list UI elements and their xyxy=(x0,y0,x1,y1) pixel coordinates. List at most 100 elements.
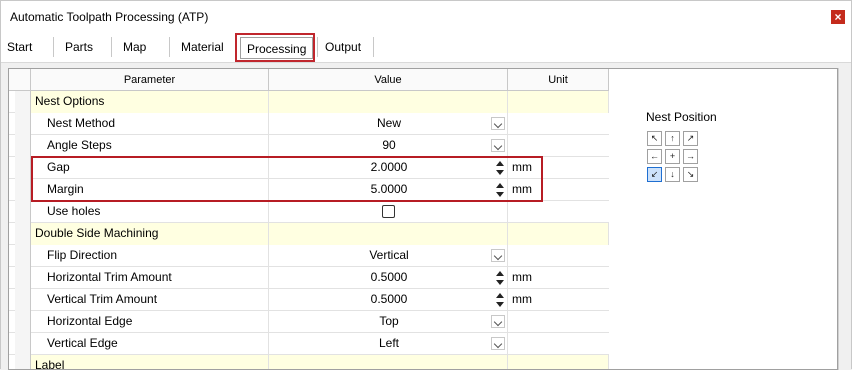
category-value-cell xyxy=(269,355,508,369)
nest-position-middle-right-icon[interactable]: → xyxy=(683,149,698,164)
property-value: Top xyxy=(379,314,399,328)
property-value: Vertical xyxy=(369,248,409,262)
row-header xyxy=(15,289,31,311)
category-value-cell xyxy=(269,91,508,113)
property-value-cell[interactable] xyxy=(269,201,508,223)
row-header xyxy=(15,179,31,201)
row-header xyxy=(15,91,31,113)
property-value-cell[interactable]: New xyxy=(269,113,508,135)
property-row: Use holes xyxy=(9,201,609,223)
property-label: Angle Steps xyxy=(31,135,269,157)
row-header xyxy=(15,333,31,355)
nest-position-top-right-icon[interactable]: ↗ xyxy=(683,131,698,146)
dropdown-chevron-icon[interactable] xyxy=(491,315,505,328)
category-label: Label xyxy=(31,355,269,369)
row-header xyxy=(15,113,31,135)
nest-position-top-left-icon[interactable]: ↖ xyxy=(647,131,662,146)
tab-bar: Start Parts Map Material Processing Outp… xyxy=(1,31,851,63)
property-label: Flip Direction xyxy=(31,245,269,267)
dropdown-chevron-icon[interactable] xyxy=(491,337,505,350)
close-button[interactable]: × xyxy=(831,10,845,24)
nest-position-bottom-center-icon[interactable]: ↓ xyxy=(665,167,680,182)
tab-map[interactable]: Map xyxy=(117,36,152,58)
nest-position-bottom-left-icon[interactable]: ↙ xyxy=(647,167,662,182)
category-label: Nest Options xyxy=(31,91,269,113)
category-row: Nest Options xyxy=(9,91,609,113)
property-value-cell[interactable]: 0.5000 xyxy=(269,289,508,311)
spin-buttons[interactable] xyxy=(495,269,505,287)
tab-divider xyxy=(169,37,170,57)
tab-divider xyxy=(53,37,54,57)
property-value-cell[interactable]: Top xyxy=(269,311,508,333)
processing-panel: Parameter Value Unit Nest Options Nest Me… xyxy=(1,63,851,370)
property-value-cell[interactable]: 0.5000 xyxy=(269,267,508,289)
window-title: Automatic Toolpath Processing (ATP) xyxy=(10,10,209,24)
tab-parts[interactable]: Parts xyxy=(59,36,99,58)
gap-margin-highlight-box xyxy=(31,156,543,202)
title-bar: Automatic Toolpath Processing (ATP) × xyxy=(1,1,851,31)
tab-material[interactable]: Material xyxy=(175,36,230,58)
property-grid: Parameter Value Unit Nest Options Nest Me… xyxy=(9,69,609,369)
property-label: Horizontal Edge xyxy=(31,311,269,333)
tab-highlight-box xyxy=(235,33,315,62)
property-value: 0.5000 xyxy=(370,292,408,306)
property-label: Use holes xyxy=(31,201,269,223)
property-value-cell[interactable]: 90 xyxy=(269,135,508,157)
spin-up-icon[interactable] xyxy=(496,271,504,276)
property-label: Vertical Trim Amount xyxy=(31,289,269,311)
nest-position-grid: ↖ ↑ ↗ ← + → ↙ ↓ ↘ xyxy=(647,131,703,187)
property-unit: mm xyxy=(512,270,532,284)
category-unit-cell xyxy=(508,355,609,369)
spin-buttons[interactable] xyxy=(495,291,505,309)
row-header xyxy=(15,355,31,369)
spin-down-icon[interactable] xyxy=(496,280,504,285)
category-unit-cell xyxy=(508,91,609,113)
nest-position-middle-left-icon[interactable]: ← xyxy=(647,149,662,164)
header-unit: Unit xyxy=(508,69,609,91)
tab-divider xyxy=(111,37,112,57)
nest-position-bottom-right-icon[interactable]: ↘ xyxy=(683,167,698,182)
category-label: Double Side Machining xyxy=(31,223,269,245)
property-value: 90 xyxy=(382,138,396,152)
atp-dialog: Automatic Toolpath Processing (ATP) × St… xyxy=(0,0,852,370)
use-holes-checkbox[interactable] xyxy=(382,205,395,218)
tab-divider xyxy=(317,37,318,57)
header-parameter: Parameter xyxy=(31,69,269,91)
property-unit xyxy=(508,135,609,157)
property-value: New xyxy=(376,116,401,130)
row-header xyxy=(15,311,31,333)
tab-start[interactable]: Start xyxy=(1,36,38,58)
row-header xyxy=(15,223,31,245)
property-row: Nest Method New xyxy=(9,113,609,135)
row-header xyxy=(15,201,31,223)
row-header xyxy=(15,267,31,289)
spin-up-icon[interactable] xyxy=(496,293,504,298)
dropdown-chevron-icon[interactable] xyxy=(491,117,505,130)
category-row: Label xyxy=(9,355,609,369)
vertical-scrollbar[interactable] xyxy=(838,68,848,370)
spin-down-icon[interactable] xyxy=(496,302,504,307)
property-label: Vertical Edge xyxy=(31,333,269,355)
property-row: Horizontal Edge Top xyxy=(9,311,609,333)
dropdown-chevron-icon[interactable] xyxy=(491,249,505,262)
property-unit: mm xyxy=(512,292,532,306)
property-unit xyxy=(508,113,609,135)
nest-position-top-center-icon[interactable]: ↑ xyxy=(665,131,680,146)
property-unit xyxy=(508,201,609,223)
property-value-cell[interactable]: Left xyxy=(269,333,508,355)
property-row: Vertical Edge Left xyxy=(9,333,609,355)
property-label: Nest Method xyxy=(31,113,269,135)
category-row: Double Side Machining xyxy=(9,223,609,245)
property-value: 0.5000 xyxy=(370,270,408,284)
property-unit xyxy=(508,311,609,333)
tab-output[interactable]: Output xyxy=(319,36,367,58)
property-value-cell[interactable]: Vertical xyxy=(269,245,508,267)
nest-position-center-icon[interactable]: + xyxy=(665,149,680,164)
category-unit-cell xyxy=(508,223,609,245)
property-value: Left xyxy=(378,336,399,350)
dropdown-chevron-icon[interactable] xyxy=(491,139,505,152)
row-header xyxy=(15,157,31,179)
category-value-cell xyxy=(269,223,508,245)
row-header xyxy=(15,135,31,157)
property-unit xyxy=(508,333,609,355)
